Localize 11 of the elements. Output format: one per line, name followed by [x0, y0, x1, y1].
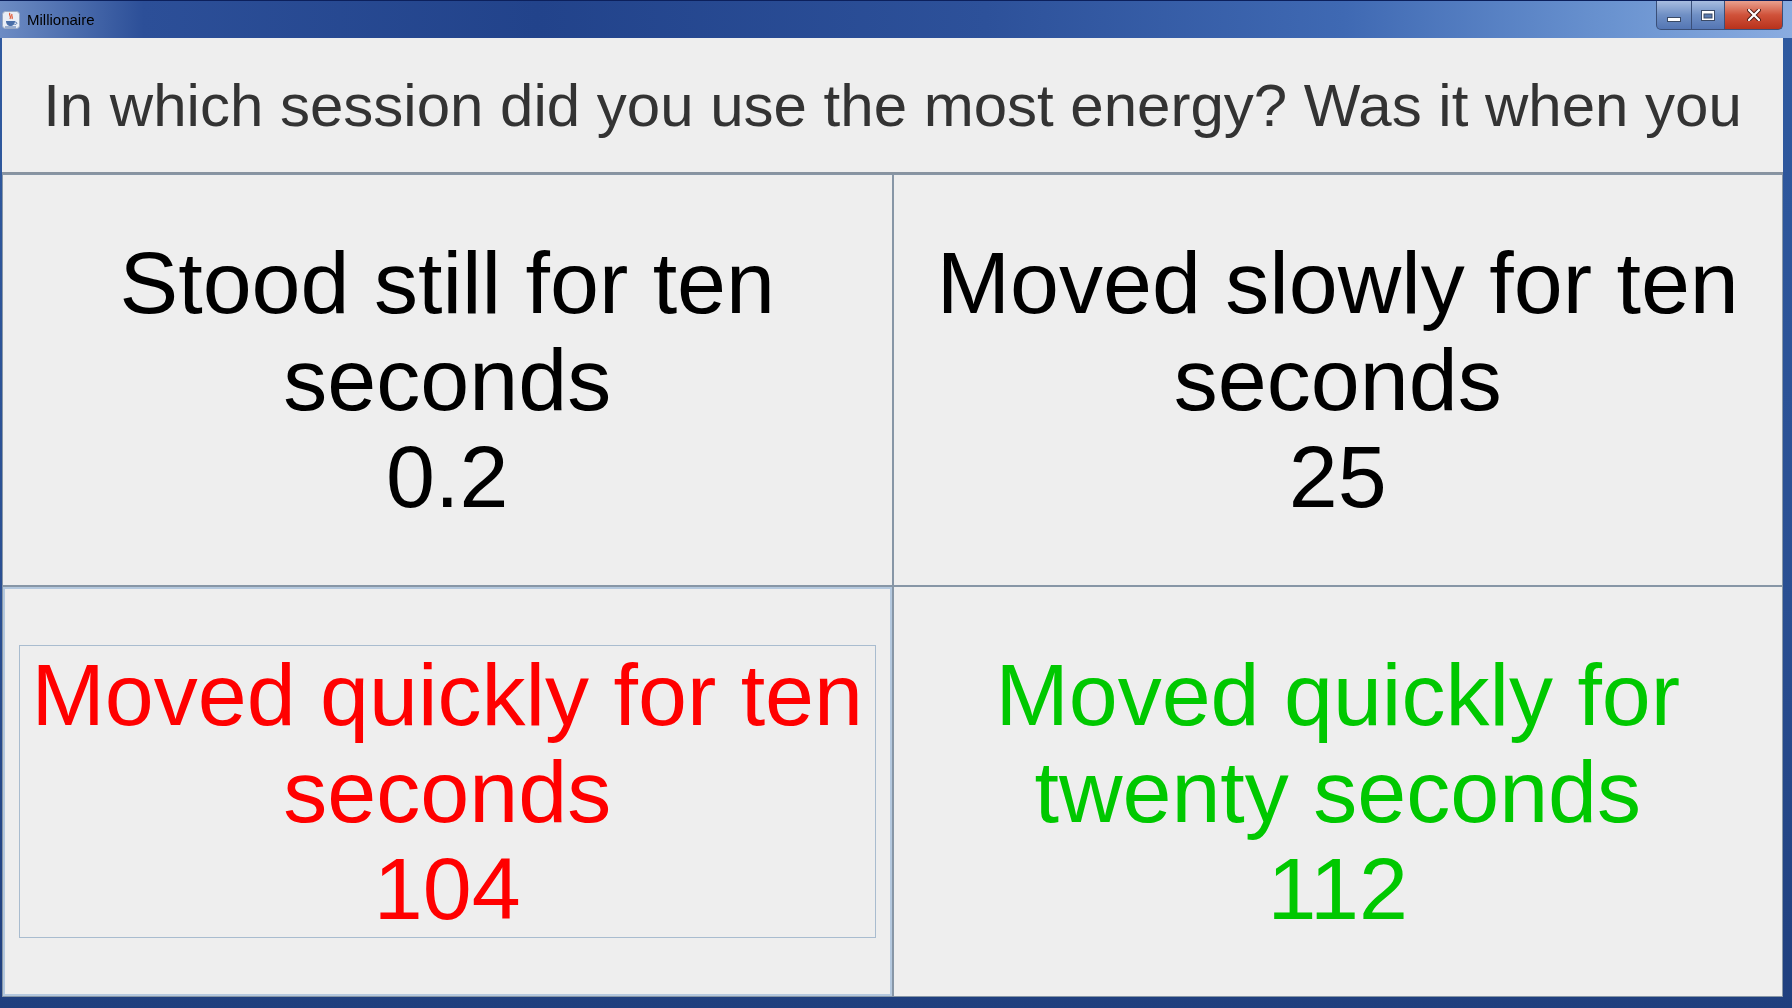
minimize-button[interactable] — [1656, 1, 1692, 30]
answer-button[interactable]: Moved slowly for ten seconds 25 — [892, 174, 1783, 586]
coffee-cup-icon — [2, 10, 20, 29]
maximize-icon — [1701, 9, 1715, 21]
window-title: Millionaire — [27, 11, 95, 28]
answer-button[interactable]: Stood still for ten seconds 0.2 — [2, 174, 893, 586]
close-icon — [1746, 9, 1761, 21]
question-text: In which session did you use the most energy? Was it when you — [43, 70, 1742, 140]
close-button[interactable] — [1725, 1, 1783, 30]
maximize-button[interactable] — [1692, 1, 1725, 30]
minimize-icon — [1667, 16, 1681, 22]
